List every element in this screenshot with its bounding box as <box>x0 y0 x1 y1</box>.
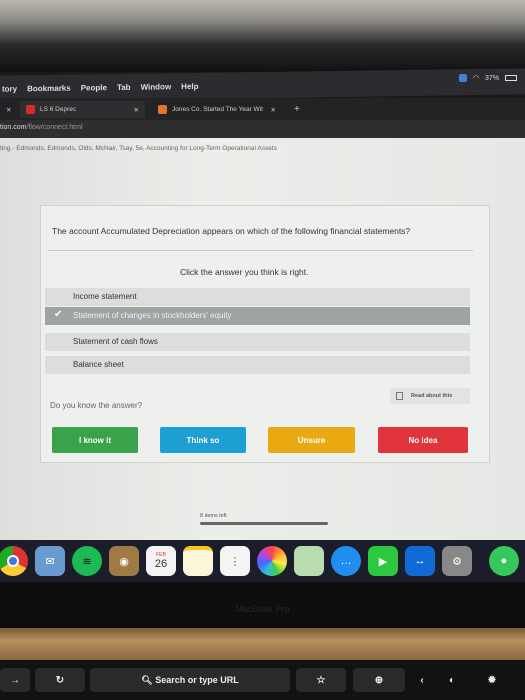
photos-icon[interactable] <box>257 546 287 576</box>
menu-history[interactable]: tory <box>2 84 17 93</box>
close-icon[interactable]: ✕ <box>271 106 276 114</box>
tab-ls6[interactable]: LS 6 Deprec ✕ <box>20 101 145 118</box>
teamviewer-status-icon[interactable] <box>458 74 467 82</box>
unsure-button[interactable]: Unsure <box>268 427 355 453</box>
option-label: Statement of changes in stockholders' eq… <box>73 311 232 320</box>
menu-people[interactable]: People <box>81 83 107 92</box>
background-room <box>0 0 525 72</box>
read-about-button[interactable]: Read about this <box>390 388 470 404</box>
battery-percent: 37% <box>484 74 499 82</box>
battery-icon[interactable] <box>505 75 517 81</box>
chrome-icon[interactable] <box>0 546 28 576</box>
divider <box>48 250 473 251</box>
touch-bar: → ↻ 🔍︎ Search or type URL ☆ ⊕ ‹ ◐ ✹ <box>0 660 525 700</box>
dock: ✉ ≋ ◉ FEB 26 ⋮ … ▶ ↔ ⚙ ● <box>0 540 525 582</box>
option-label: Statement of cash flows <box>73 337 158 346</box>
system-preferences-icon[interactable]: ⚙ <box>442 546 472 576</box>
progress-bar <box>200 522 328 525</box>
bookmark-star-icon[interactable]: ☆ <box>296 668 346 692</box>
teamviewer-icon[interactable]: ↔ <box>405 546 435 576</box>
search-icon: 🔍︎ <box>141 674 156 685</box>
laptop-body <box>0 628 525 660</box>
answer-option[interactable]: Income statement <box>45 288 470 306</box>
answer-option[interactable]: Statement of cash flows <box>45 333 470 351</box>
reminders-icon[interactable]: ⋮ <box>220 546 250 576</box>
brightness-sun-icon[interactable]: ✹ <box>480 668 504 692</box>
reload-icon[interactable]: ↻ <box>35 668 85 692</box>
menu-tab[interactable]: Tab <box>117 82 131 91</box>
breadcrumb: ting - Edmonds, Edmonds, Olds, McNair, T… <box>0 145 277 152</box>
tab-favicon <box>158 105 167 114</box>
status-area: ◠ 37% <box>458 74 517 82</box>
know-prompt: Do you know the answer? <box>50 401 143 410</box>
menu-bar: tory Bookmarks People Tab Window Help <box>0 68 525 102</box>
tab-label: Jones Co. Started The Year Wit <box>172 106 263 113</box>
touchbar-search[interactable]: 🔍︎ Search or type URL <box>90 668 290 692</box>
answer-option-selected[interactable]: ✔ Statement of changes in stockholders' e… <box>45 307 470 325</box>
calendar-icon[interactable]: FEB 26 <box>146 546 176 576</box>
document-icon <box>396 392 403 400</box>
wifi-icon[interactable]: ◠ <box>473 74 479 82</box>
items-left-label: 8 items left <box>200 513 227 519</box>
url-domain: tion.com <box>0 124 27 131</box>
brightness-icon[interactable]: ◐ <box>440 668 464 692</box>
tab-close-prev[interactable]: ✕ <box>0 101 17 118</box>
contacts-icon[interactable]: ◉ <box>109 546 139 576</box>
menu-help[interactable]: Help <box>181 81 198 90</box>
mail-icon[interactable]: ✉ <box>35 546 65 576</box>
messages-icon[interactable]: … <box>331 546 361 576</box>
search-label: Search or type URL <box>155 675 239 685</box>
spotify-icon[interactable]: ≋ <box>72 546 102 576</box>
calendar-day: 26 <box>154 558 168 570</box>
menu-window[interactable]: Window <box>141 82 172 91</box>
menu-bookmarks[interactable]: Bookmarks <box>27 83 71 93</box>
instruction-text: Click the answer you think is right. <box>180 267 309 277</box>
new-tab-button[interactable]: + <box>288 101 306 118</box>
find-my-icon[interactable]: ● <box>489 546 519 576</box>
read-about-label: Read about this <box>411 393 453 399</box>
url-path: /flow/connect.html <box>26 124 83 131</box>
collapse-chevron-icon[interactable]: ‹ <box>412 668 432 692</box>
notes-icon[interactable] <box>183 546 213 576</box>
tab-jones[interactable]: Jones Co. Started The Year Wit ✕ <box>152 101 282 118</box>
forward-icon[interactable]: → <box>0 668 30 692</box>
maps-icon[interactable] <box>294 546 324 576</box>
address-bar[interactable]: tion.com/flow/connect.html <box>0 120 525 138</box>
option-label: Income statement <box>73 292 137 301</box>
answer-option[interactable]: Balance sheet <box>45 356 470 374</box>
option-label: Balance sheet <box>73 360 124 369</box>
think-so-button[interactable]: Think so <box>160 427 246 453</box>
no-idea-button[interactable]: No idea <box>378 427 468 453</box>
new-tab-plus-icon[interactable]: ⊕ <box>353 668 405 692</box>
checkmark-icon: ✔ <box>54 309 63 320</box>
laptop-label: MacBook Pro <box>235 604 290 614</box>
tab-label: LS 6 Deprec <box>40 106 77 113</box>
facetime-icon[interactable]: ▶ <box>368 546 398 576</box>
i-know-it-button[interactable]: I know it <box>52 427 138 453</box>
tab-bar: ✕ LS 6 Deprec ✕ Jones Co. Started The Ye… <box>0 98 525 120</box>
close-icon[interactable]: ✕ <box>134 106 139 114</box>
question-text: The account Accumulated Depreciation app… <box>52 226 411 236</box>
tab-favicon <box>26 105 35 114</box>
